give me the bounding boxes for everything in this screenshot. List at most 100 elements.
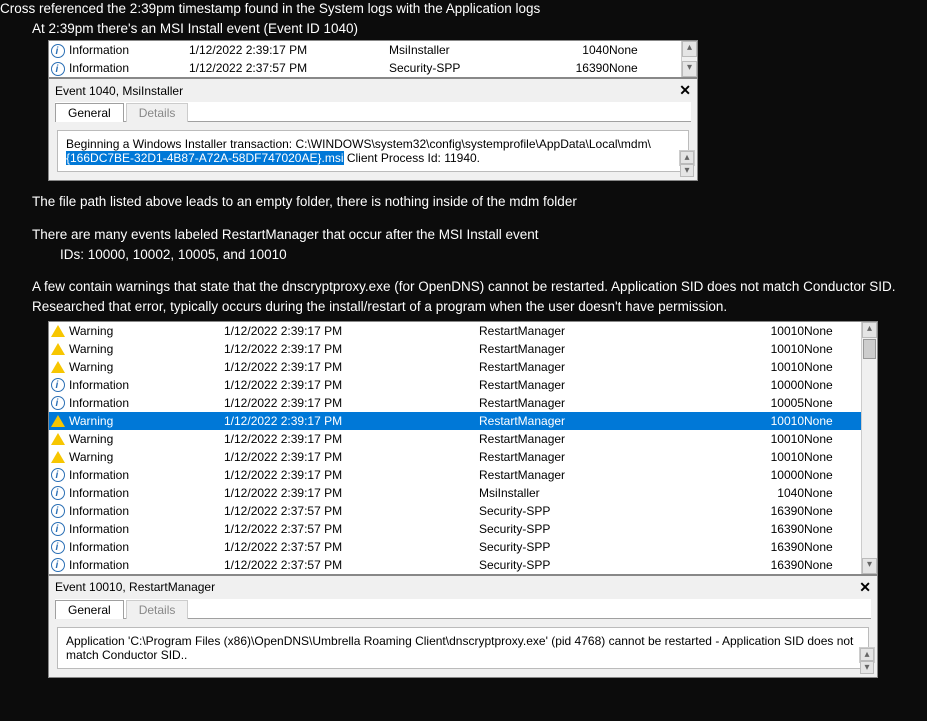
date-cell: 1/12/2022 2:39:17 PM [189, 41, 389, 59]
eventid-cell: 10010 [729, 340, 804, 358]
table-row[interactable]: Warning1/12/2022 2:39:17 PMRestartManage… [49, 412, 877, 430]
category-cell: None [804, 538, 864, 556]
scroll-up-icon[interactable]: ▴ [860, 648, 874, 661]
scroll-up-icon[interactable]: ▴ [680, 151, 694, 164]
warning-icon [51, 415, 65, 427]
level-cell: Information [69, 41, 189, 59]
warning-icon [51, 433, 65, 445]
scroll-down-icon[interactable]: ▾ [682, 61, 697, 77]
table-row[interactable]: Information1/12/2022 2:37:57 PMSecurity-… [49, 538, 877, 556]
date-cell: 1/12/2022 2:37:57 PM [224, 520, 479, 538]
table-row[interactable]: Information1/12/2022 2:39:17 PMMsiInstal… [49, 41, 697, 59]
scrollbar[interactable]: ▴ ▾ [861, 322, 877, 574]
msg-highlight: {166DC7BE-32D1-4B87-A72A-58DF747020AE}.m… [66, 151, 344, 165]
warning-icon [51, 361, 65, 373]
scroll-down-icon[interactable]: ▾ [860, 661, 874, 674]
table-row[interactable]: Information1/12/2022 2:39:17 PMMsiInstal… [49, 484, 877, 502]
level-cell: Warning [69, 340, 224, 358]
scroll-down-icon[interactable]: ▾ [862, 558, 877, 574]
category-cell: None [804, 484, 864, 502]
eventid-cell: 16390 [729, 520, 804, 538]
event-detail-10010: Event 10010, RestartManager ✕ General De… [48, 575, 878, 678]
scrollbar[interactable]: ▴ ▾ [859, 647, 875, 663]
table-row[interactable]: Information1/12/2022 2:37:57 PMSecurity-… [49, 59, 697, 77]
table-row[interactable]: Information1/12/2022 2:37:57 PMSecurity-… [49, 556, 877, 574]
eventid-cell: 1040 [549, 41, 609, 59]
level-cell: Information [69, 394, 224, 412]
scrollbar[interactable]: ▴ ▾ [681, 41, 697, 77]
date-cell: 1/12/2022 2:37:57 PM [224, 556, 479, 574]
date-cell: 1/12/2022 2:39:17 PM [224, 412, 479, 430]
source-cell: Security-SPP [479, 556, 729, 574]
date-cell: 1/12/2022 2:39:17 PM [224, 430, 479, 448]
category-cell: None [804, 394, 864, 412]
source-cell: RestartManager [479, 340, 729, 358]
tab-details[interactable]: Details [126, 103, 189, 122]
source-cell: RestartManager [479, 412, 729, 430]
info-icon [51, 62, 65, 76]
source-cell: RestartManager [479, 466, 729, 484]
source-cell: RestartManager [479, 358, 729, 376]
table-row[interactable]: Information1/12/2022 2:37:57 PMSecurity-… [49, 502, 877, 520]
level-cell: Information [69, 376, 224, 394]
source-cell: Security-SPP [389, 59, 549, 77]
category-cell: None [609, 59, 659, 77]
source-cell: RestartManager [479, 430, 729, 448]
doc-line: At 2:39pm there's an MSI Install event (… [0, 20, 927, 38]
table-row[interactable]: Information1/12/2022 2:37:57 PMSecurity-… [49, 520, 877, 538]
category-cell: None [804, 340, 864, 358]
date-cell: 1/12/2022 2:39:17 PM [224, 358, 479, 376]
eventid-cell: 10010 [729, 430, 804, 448]
scrollbar[interactable]: ▴ ▾ [679, 150, 695, 166]
eventid-cell: 16390 [729, 556, 804, 574]
info-icon [51, 396, 65, 410]
date-cell: 1/12/2022 2:39:17 PM [224, 448, 479, 466]
table-row[interactable]: Warning1/12/2022 2:39:17 PMRestartManage… [49, 358, 877, 376]
date-cell: 1/12/2022 2:37:57 PM [224, 538, 479, 556]
detail-tabs: General Details [55, 599, 871, 619]
level-cell: Information [69, 466, 224, 484]
doc-line: The file path listed above leads to an e… [0, 193, 927, 211]
date-cell: 1/12/2022 2:39:17 PM [224, 376, 479, 394]
category-cell: None [804, 430, 864, 448]
level-cell: Warning [69, 448, 224, 466]
table-row[interactable]: Information1/12/2022 2:39:17 PMRestartMa… [49, 376, 877, 394]
source-cell: MsiInstaller [389, 41, 549, 59]
eventid-cell: 10005 [729, 394, 804, 412]
source-cell: MsiInstaller [479, 484, 729, 502]
level-cell: Information [69, 502, 224, 520]
level-cell: Information [69, 556, 224, 574]
tab-details[interactable]: Details [126, 600, 189, 619]
scroll-down-icon[interactable]: ▾ [680, 164, 694, 177]
table-row[interactable]: Information1/12/2022 2:39:17 PMRestartMa… [49, 394, 877, 412]
category-cell: None [804, 412, 864, 430]
table-row[interactable]: Information1/12/2022 2:39:17 PMRestartMa… [49, 466, 877, 484]
category-cell: None [804, 358, 864, 376]
info-icon [51, 378, 65, 392]
eventid-cell: 16390 [729, 502, 804, 520]
scrollbar-thumb[interactable] [863, 339, 876, 359]
doc-line: A few contain warnings that state that t… [0, 278, 927, 296]
warning-icon [51, 325, 65, 337]
level-cell: Information [69, 538, 224, 556]
source-cell: RestartManager [479, 376, 729, 394]
info-icon [51, 468, 65, 482]
date-cell: 1/12/2022 2:39:17 PM [224, 484, 479, 502]
level-cell: Warning [69, 322, 224, 340]
detail-message: Application 'C:\Program Files (x86)\Open… [57, 627, 869, 669]
table-row[interactable]: Warning1/12/2022 2:39:17 PMRestartManage… [49, 448, 877, 466]
scroll-up-icon[interactable]: ▴ [862, 322, 877, 338]
category-cell: None [804, 466, 864, 484]
info-icon [51, 522, 65, 536]
doc-line: There are many events labeled RestartMan… [0, 226, 927, 244]
category-cell: None [804, 502, 864, 520]
table-row[interactable]: Warning1/12/2022 2:39:17 PMRestartManage… [49, 322, 877, 340]
tab-general[interactable]: General [55, 103, 124, 122]
close-icon[interactable]: ✕ [679, 82, 691, 99]
close-icon[interactable]: ✕ [859, 579, 871, 596]
event-list-main: Warning1/12/2022 2:39:17 PMRestartManage… [48, 321, 878, 575]
tab-general[interactable]: General [55, 600, 124, 619]
scroll-up-icon[interactable]: ▴ [682, 41, 697, 57]
table-row[interactable]: Warning1/12/2022 2:39:17 PMRestartManage… [49, 340, 877, 358]
table-row[interactable]: Warning1/12/2022 2:39:17 PMRestartManage… [49, 430, 877, 448]
